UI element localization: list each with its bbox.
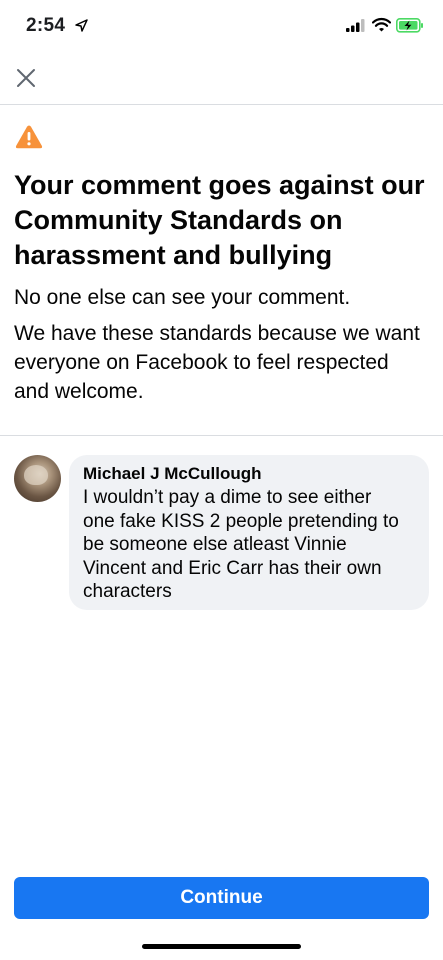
home-indicator bbox=[142, 944, 301, 949]
alert-subtitle: No one else can see your comment. bbox=[14, 286, 351, 309]
location-arrow-icon bbox=[75, 19, 88, 32]
continue-button[interactable]: Continue bbox=[14, 877, 429, 919]
status-bar: 2:54 bbox=[0, 0, 443, 50]
battery-charging-icon bbox=[396, 18, 423, 33]
alert-body: We have these standards because we want … bbox=[14, 322, 420, 403]
avatar bbox=[14, 455, 61, 502]
wifi-icon bbox=[372, 17, 391, 32]
comment-text: I wouldn’t pay a dime to see either one … bbox=[83, 487, 399, 602]
header-divider bbox=[0, 104, 443, 105]
comment-author: Michael J McCullough bbox=[83, 464, 262, 483]
alert-title: Your comment goes against our Community … bbox=[14, 170, 425, 270]
status-time: 2:54 bbox=[26, 15, 66, 36]
content-divider bbox=[0, 435, 443, 436]
comment-bubble: Michael J McCullough I wouldn’t pay a di… bbox=[69, 455, 429, 610]
close-button[interactable] bbox=[12, 64, 40, 92]
warning-triangle-icon bbox=[15, 125, 43, 149]
close-icon bbox=[17, 69, 35, 87]
signal-icon bbox=[346, 19, 365, 32]
